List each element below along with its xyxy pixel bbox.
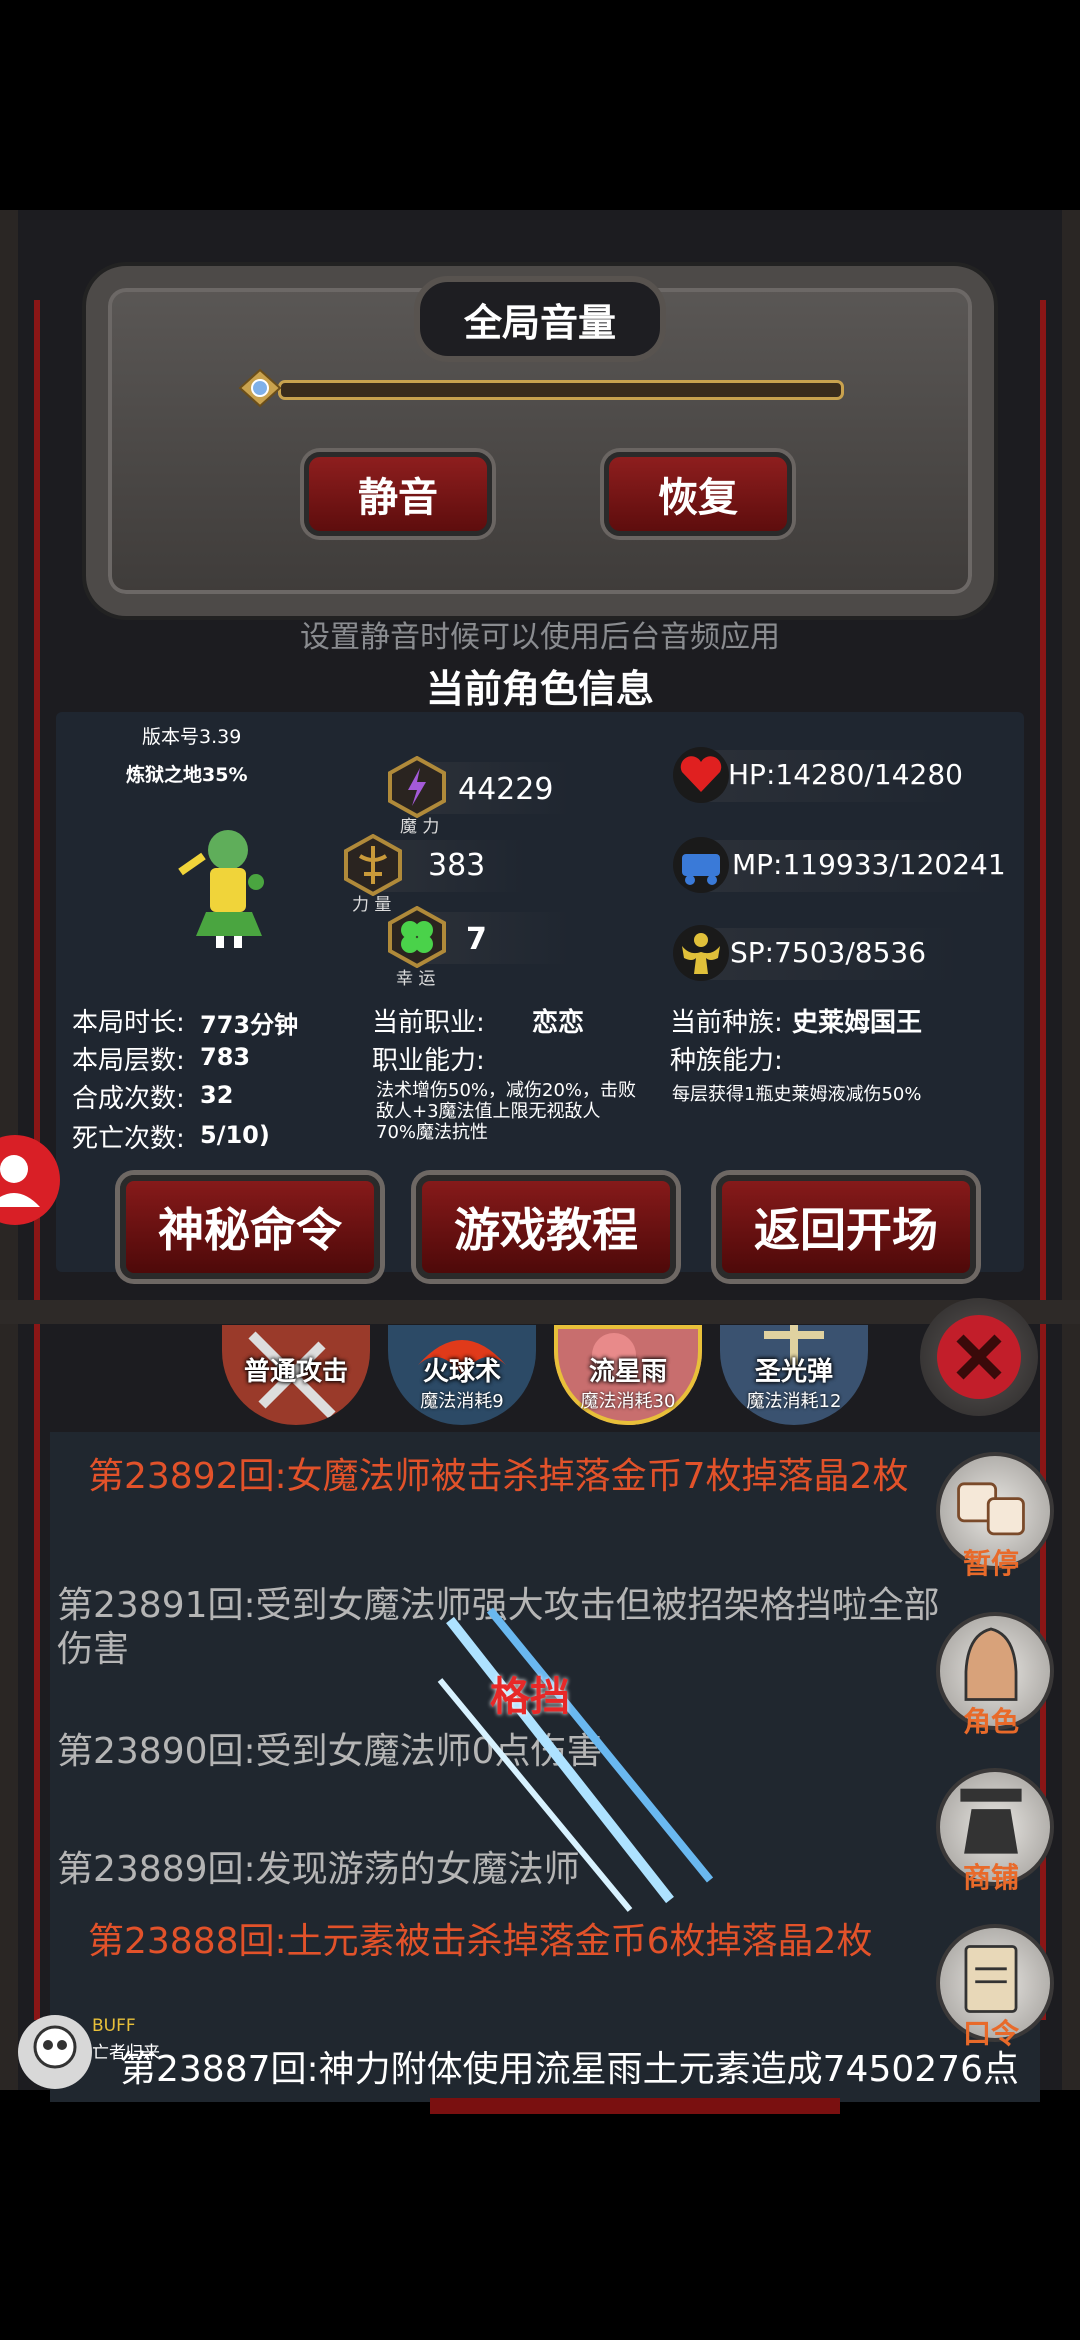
synth-label: 合成次数: xyxy=(72,1084,185,1114)
heart-icon xyxy=(673,747,729,803)
hp-value: HP:14280/14280 xyxy=(728,758,963,791)
volume-hint: 设置静音时候可以使用后台音频应用 xyxy=(300,620,780,655)
luck-value: 7 xyxy=(466,922,487,957)
section-divider xyxy=(0,1300,1080,1324)
strength-value: 383 xyxy=(428,848,486,883)
volume-title: 全局音量 xyxy=(414,276,666,362)
magic-icon xyxy=(388,756,446,818)
skill-name: 火球术 xyxy=(422,1357,501,1387)
volume-slider-knob[interactable] xyxy=(238,368,282,408)
skill-name: 流星雨 xyxy=(588,1357,667,1387)
race-label: 当前种族: xyxy=(670,1008,783,1038)
log-line: 第23892回:女魔法师被击杀掉落金币7枚掉落晶2枚 xyxy=(88,1456,909,1497)
race-value: 史莱姆国王 xyxy=(792,1008,923,1038)
tutorial-button[interactable]: 游戏教程 xyxy=(416,1175,676,1279)
secret-command-button[interactable]: 神秘命令 xyxy=(120,1175,380,1279)
duration-label: 本局时长: xyxy=(72,1008,185,1038)
magic-value: 44229 xyxy=(458,772,554,807)
strength-icon xyxy=(344,834,402,896)
tutorial-label: 游戏教程 xyxy=(454,1203,638,1257)
job-ability-label: 职业能力: xyxy=(372,1046,485,1076)
death-value: 5/10) xyxy=(200,1121,270,1149)
location-text: 炼狱之地35% xyxy=(126,764,248,786)
skill-meteor[interactable]: 流星雨 魔法消耗30 xyxy=(554,1325,702,1425)
floors-label: 本局层数: xyxy=(72,1046,185,1076)
volume-slider-track[interactable] xyxy=(278,380,844,400)
strongman-icon xyxy=(673,925,729,981)
slash-effect-icon xyxy=(437,1607,714,1912)
back-to-start-button[interactable]: 返回开场 xyxy=(716,1175,976,1279)
death-label: 死亡次数: xyxy=(72,1124,185,1154)
skill-name: 普通攻击 xyxy=(243,1357,348,1387)
shop-label: 商铺 xyxy=(962,1861,1019,1894)
job-value: 恋恋 xyxy=(532,1008,585,1038)
buff-skull-icon[interactable] xyxy=(18,2015,92,2089)
skill-holy-light[interactable]: 圣光弹 魔法消耗12 xyxy=(720,1325,868,1425)
restore-button[interactable]: 恢复 xyxy=(604,452,792,536)
luck-icon xyxy=(388,906,446,968)
bottom-red-bar xyxy=(430,2098,840,2114)
buff-sub-label: 亡者归来 xyxy=(92,2043,160,2063)
character-info-title: 当前角色信息 xyxy=(425,667,654,711)
close-button[interactable] xyxy=(920,1298,1038,1416)
skill-cost: 魔法消耗9 xyxy=(420,1391,504,1412)
volume-slider[interactable] xyxy=(238,368,850,408)
pause-label: 暂停 xyxy=(962,1547,1019,1580)
back-to-start-label: 返回开场 xyxy=(754,1203,938,1257)
magic-label: 魔 力 xyxy=(400,817,440,837)
skill-cost: 魔法消耗30 xyxy=(580,1391,676,1412)
buff-label: BUFF xyxy=(92,2016,136,2036)
job-ability-desc: 法术增伤50%，减伤20%，击败敌人+3魔法值上限无视敌人70%魔法抗性 xyxy=(376,1080,637,1143)
log-line: 第23887回:神力附体使用流星雨土元素造成7450276点 xyxy=(120,2049,1019,2090)
mp-value: MP:119933/120241 xyxy=(732,848,1006,881)
side-user-button[interactable] xyxy=(0,1135,60,1225)
race-ability-label: 种族能力: xyxy=(670,1046,783,1076)
job-label: 当前职业: xyxy=(372,1008,485,1038)
skill-cost: 魔法消耗12 xyxy=(746,1391,842,1412)
synth-value: 32 xyxy=(200,1081,234,1109)
mute-button[interactable]: 静音 xyxy=(304,452,492,536)
floors-value: 783 xyxy=(200,1043,251,1071)
race-ability-desc: 每层获得1瓶史莱姆液减伤50% xyxy=(672,1084,922,1105)
duration-value: 773分钟 xyxy=(200,1011,299,1039)
parry-text: 格挡 xyxy=(490,1674,570,1720)
restore-label: 恢复 xyxy=(658,475,738,521)
skull-icon xyxy=(33,2025,77,2069)
log-line: 第23888回:土元素被击杀掉落金币6枚掉落晶2枚 xyxy=(88,1921,873,1962)
password-label: 口令 xyxy=(962,2017,1019,2050)
user-icon xyxy=(0,1155,40,1207)
skill-name: 圣光弹 xyxy=(754,1357,833,1387)
skill-fireball[interactable]: 火球术 魔法消耗9 xyxy=(388,1325,536,1425)
close-icon xyxy=(937,1315,1021,1399)
version-text: 版本号3.39 xyxy=(142,726,242,748)
luck-label: 幸 运 xyxy=(396,969,436,989)
secret-command-label: 神秘命令 xyxy=(158,1203,342,1257)
skill-normal-attack[interactable]: 普通攻击 xyxy=(222,1325,370,1425)
character-label: 角色 xyxy=(962,1705,1019,1738)
character-sprite-icon xyxy=(178,830,264,948)
frame-red-line-right xyxy=(1040,300,1046,2020)
mp-icon xyxy=(673,837,729,893)
sp-value: SP:7503/8536 xyxy=(730,936,927,969)
mute-label: 静音 xyxy=(358,475,438,521)
volume-title-text: 全局音量 xyxy=(463,300,616,345)
